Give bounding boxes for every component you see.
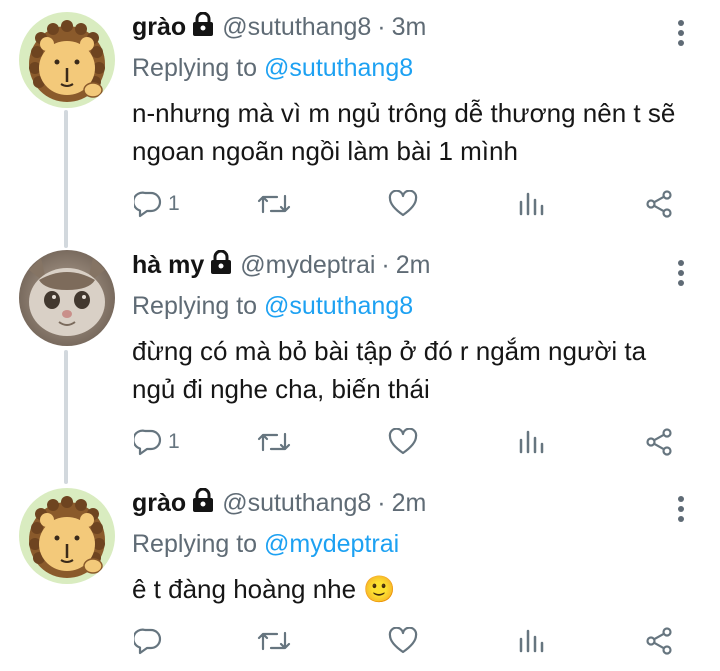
reply-button[interactable]: 1	[134, 184, 180, 224]
replying-to-label: Replying to	[132, 54, 258, 82]
like-button[interactable]	[388, 621, 418, 661]
display-name[interactable]: grào	[132, 13, 186, 42]
replying-to-mention[interactable]: @sututhang8	[264, 54, 413, 82]
tweet[interactable]: grào @sututhang8 · 3m Replying to @sutut…	[0, 0, 720, 240]
reply-icon	[134, 191, 162, 218]
replying-to-label: Replying to	[132, 530, 258, 558]
like-icon	[388, 190, 418, 217]
replying-to: Replying to @mydeptrai	[132, 530, 399, 559]
like-icon	[388, 627, 418, 654]
retweet-icon	[257, 432, 291, 452]
reply-button[interactable]	[134, 621, 168, 661]
smile-emoji: 🙂	[363, 574, 396, 604]
replying-to: Replying to @sututhang8	[132, 292, 413, 321]
tweet-header: hà my @mydeptrai · 2m	[132, 249, 431, 281]
tweet-text: đừng có mà bỏ bài tập ở đó r ngắm người …	[132, 336, 647, 404]
reply-icon	[134, 429, 162, 456]
reply-count: 1	[168, 430, 180, 453]
reply-icon	[134, 628, 162, 655]
retweet-icon	[257, 194, 291, 214]
separator-dot: ·	[377, 489, 386, 517]
lock-icon	[192, 487, 214, 519]
tweet[interactable]: grào @sututhang8 · 2m Replying to @mydep…	[0, 476, 720, 671]
tweet-header: grào @sututhang8 · 2m	[132, 487, 427, 519]
avatar[interactable]	[19, 250, 115, 346]
like-button[interactable]	[388, 184, 418, 224]
user-handle[interactable]: @mydeptrai	[240, 251, 375, 280]
timestamp[interactable]: 3m	[392, 13, 427, 42]
analytics-icon	[519, 192, 544, 216]
retweet-icon	[257, 631, 291, 651]
replying-to-mention[interactable]: @sututhang8	[264, 292, 413, 320]
analytics-button[interactable]	[518, 422, 544, 462]
tweet-header: grào @sututhang8 · 3m	[132, 11, 427, 43]
separator-dot: ·	[377, 13, 386, 41]
analytics-button[interactable]	[518, 184, 544, 224]
cat-avatar-image	[19, 250, 115, 346]
avatar[interactable]	[19, 12, 115, 108]
lion-avatar-image	[19, 488, 115, 584]
action-bar: 1	[0, 184, 720, 224]
action-bar: 1	[0, 422, 720, 462]
tweet-text: ê t đàng hoàng nhe 🙂	[132, 570, 692, 608]
retweet-button[interactable]	[257, 422, 291, 462]
replying-to-mention[interactable]: @mydeptrai	[264, 530, 399, 558]
share-icon	[646, 190, 672, 218]
share-button[interactable]	[645, 184, 673, 224]
like-button[interactable]	[388, 422, 418, 462]
reply-button[interactable]: 1	[134, 422, 180, 462]
lock-icon	[210, 249, 232, 281]
share-icon	[646, 627, 672, 655]
analytics-icon	[519, 430, 544, 454]
timestamp[interactable]: 2m	[392, 489, 427, 518]
display-name[interactable]: grào	[132, 489, 186, 518]
tweet-text-content: ê t đàng hoàng nhe	[132, 574, 357, 604]
retweet-button[interactable]	[257, 184, 291, 224]
more-options-icon[interactable]	[672, 496, 690, 526]
display-name[interactable]: hà my	[132, 251, 204, 280]
share-button[interactable]	[645, 422, 673, 462]
user-handle[interactable]: @sututhang8	[222, 13, 371, 42]
replying-to: Replying to @sututhang8	[132, 54, 413, 83]
separator-dot: ·	[381, 251, 390, 279]
avatar[interactable]	[19, 488, 115, 584]
tweet-text: n-nhưng mà vì m ngủ trông dễ thương nên …	[132, 98, 676, 166]
analytics-icon	[519, 629, 544, 653]
share-icon	[646, 428, 672, 456]
action-bar	[0, 621, 720, 661]
replying-to-label: Replying to	[132, 292, 258, 320]
share-button[interactable]	[645, 621, 673, 661]
timestamp[interactable]: 2m	[396, 251, 431, 280]
lion-avatar-image	[19, 12, 115, 108]
retweet-button[interactable]	[257, 621, 291, 661]
more-options-icon[interactable]	[672, 20, 690, 50]
more-options-icon[interactable]	[672, 260, 690, 290]
analytics-button[interactable]	[518, 621, 544, 661]
user-handle[interactable]: @sututhang8	[222, 489, 371, 518]
tweet[interactable]: hà my @mydeptrai · 2m Replying to @sutut…	[0, 238, 720, 478]
reply-count: 1	[168, 192, 180, 215]
lock-icon	[192, 11, 214, 43]
like-icon	[388, 428, 418, 455]
